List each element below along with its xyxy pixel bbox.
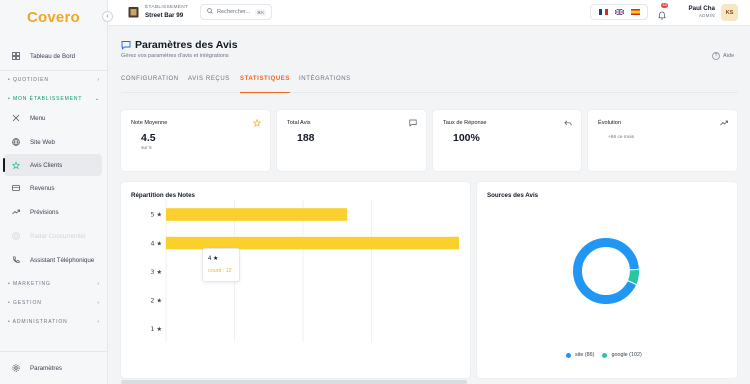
collapse-sidebar-button[interactable]: ‹ (102, 11, 113, 22)
horizontal-scrollbar[interactable] (121, 380, 467, 384)
donut-slice-site (573, 238, 639, 304)
sources-donut-chart (573, 238, 640, 304)
donut-slice-google (627, 269, 639, 285)
legend-item-site[interactable]: site (86) (566, 352, 594, 358)
legend-item-google[interactable]: google (102) (602, 352, 642, 358)
donut-legend: site (86) google (102) (566, 352, 650, 358)
legend-dot (566, 352, 571, 358)
legend-dot (602, 352, 608, 358)
